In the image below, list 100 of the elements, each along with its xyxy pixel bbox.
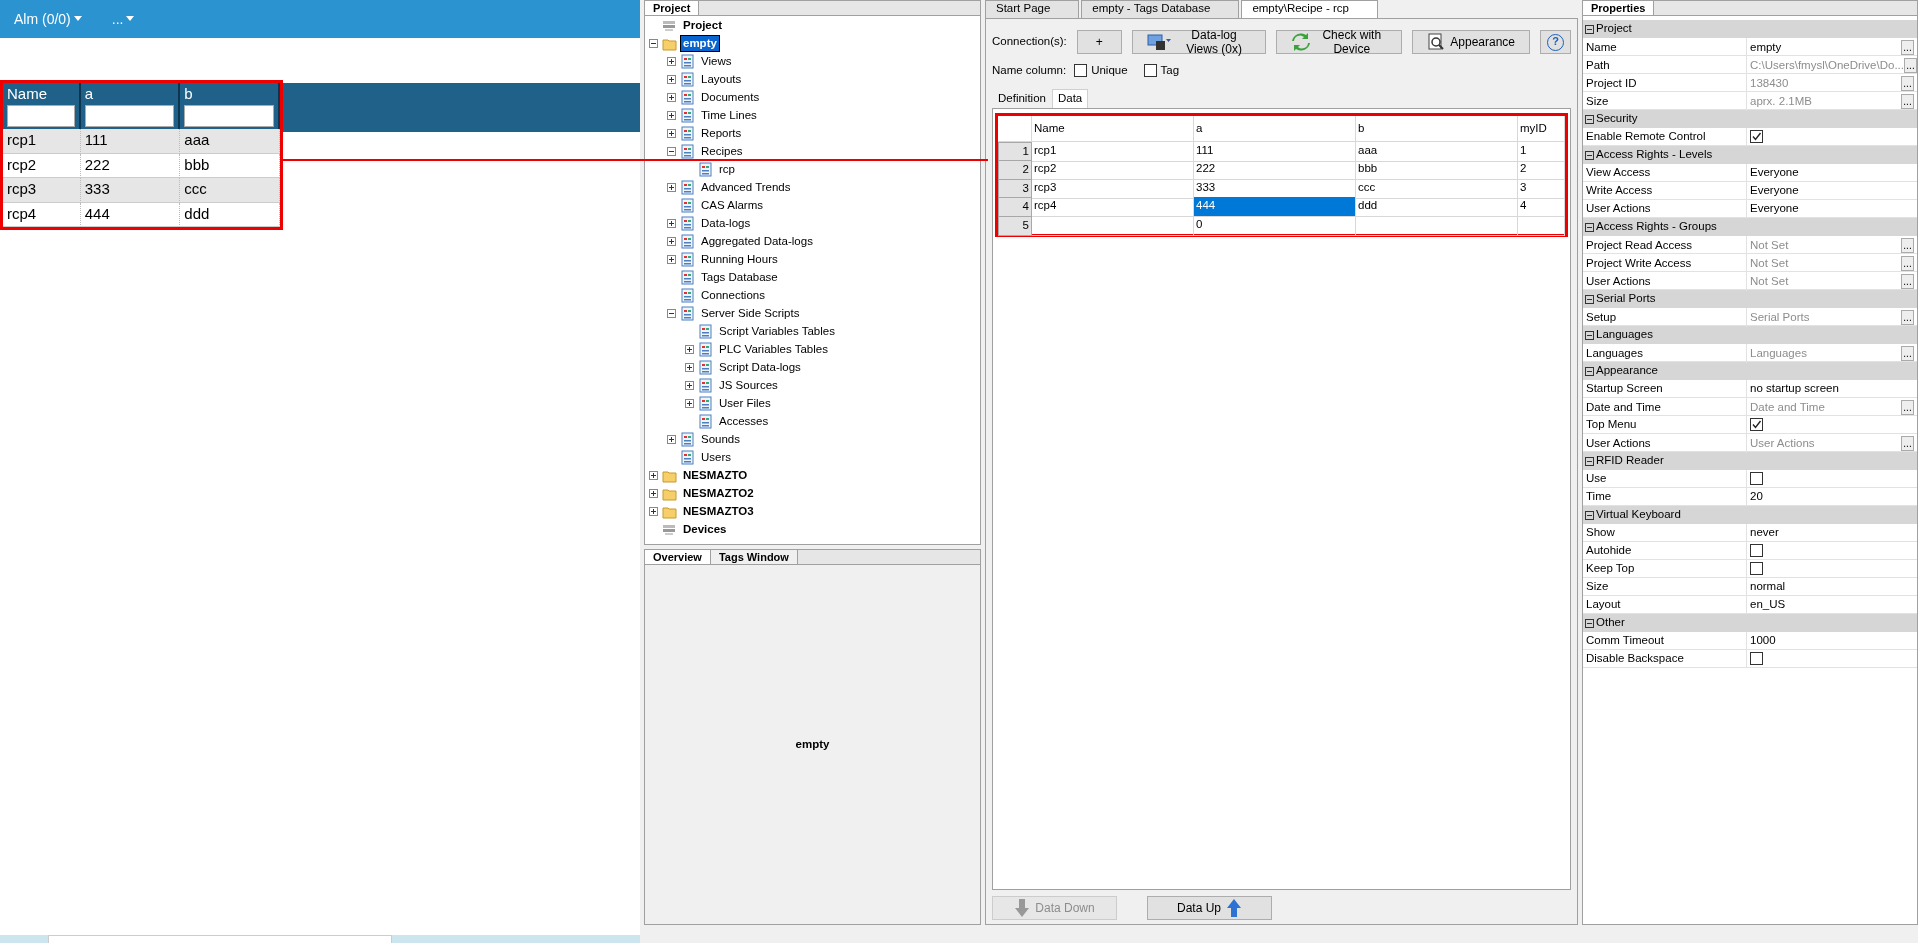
panel-tab[interactable]: Overview xyxy=(645,550,711,564)
tree-item[interactable]: Tags Database xyxy=(699,269,780,285)
table-cell[interactable] xyxy=(1032,215,1194,236)
tree-item[interactable]: rcp xyxy=(717,161,737,177)
tree-item[interactable]: NESMAZTO xyxy=(681,467,750,483)
panel-tab[interactable]: Tags Window xyxy=(710,550,798,564)
tree-item[interactable]: CAS Alarms xyxy=(699,197,765,213)
table-cell[interactable]: rcp3 xyxy=(1032,178,1194,199)
ellipsis-button[interactable]: ... xyxy=(1901,40,1914,55)
property-value[interactable]: Everyone xyxy=(1750,166,1799,180)
expand-icon[interactable] xyxy=(667,56,676,66)
tree-item[interactable]: Data-logs xyxy=(699,215,753,231)
property-value[interactable]: 1000 xyxy=(1750,634,1776,648)
property-value[interactable]: Everyone xyxy=(1750,202,1799,216)
row-number[interactable]: 1 xyxy=(998,141,1032,162)
expand-icon[interactable] xyxy=(649,488,658,498)
tab[interactable]: Data xyxy=(1051,89,1089,108)
table-cell[interactable]: aaa xyxy=(1356,141,1518,162)
table-cell[interactable]: 222 xyxy=(1194,160,1356,181)
tree-item[interactable]: NESMAZTO3 xyxy=(681,503,756,519)
property-value[interactable]: 20 xyxy=(1750,490,1763,504)
property-value[interactable]: empty xyxy=(1750,40,1782,55)
tree-item[interactable]: Documents xyxy=(699,89,762,105)
tree-item[interactable]: Advanced Trends xyxy=(699,179,793,195)
table-cell[interactable]: rcp2 xyxy=(1032,160,1194,181)
table-cell[interactable]: ddd xyxy=(1356,197,1518,218)
table-cell[interactable]: 444 xyxy=(1194,197,1356,218)
property-group-header[interactable]: Other xyxy=(1583,614,1917,632)
tree-item[interactable]: Project xyxy=(681,17,724,33)
toolbar-button[interactable]: Appearance xyxy=(1412,30,1530,54)
expand-icon[interactable] xyxy=(685,398,694,408)
row-number[interactable]: 5 xyxy=(998,215,1032,236)
tree-item[interactable]: Devices xyxy=(681,521,729,537)
table-cell[interactable]: 3 xyxy=(1518,178,1565,199)
table-cell[interactable] xyxy=(1518,215,1565,236)
expand-icon[interactable] xyxy=(667,92,676,102)
table-cell[interactable]: rcp1 xyxy=(1032,141,1194,162)
row-number[interactable]: 3 xyxy=(998,178,1032,199)
checkbox[interactable] xyxy=(1074,64,1088,78)
property-group-header[interactable]: Access Rights - Groups xyxy=(1583,218,1917,236)
property-value[interactable]: Everyone xyxy=(1750,184,1799,198)
checkbox[interactable] xyxy=(1143,64,1157,78)
filter-field[interactable] xyxy=(7,105,75,127)
table-cell[interactable]: 2 xyxy=(1518,160,1565,181)
expand-icon[interactable] xyxy=(685,344,694,354)
property-group-header[interactable]: Languages xyxy=(1583,326,1917,344)
filter-field[interactable] xyxy=(184,105,274,127)
add-button[interactable]: + xyxy=(1076,30,1122,54)
tree-item[interactable]: PLC Variables Tables xyxy=(717,341,830,357)
expand-icon[interactable] xyxy=(685,380,694,390)
tree-item[interactable]: Layouts xyxy=(699,71,744,87)
checkbox[interactable] xyxy=(1750,472,1763,486)
document-tab[interactable]: empty - Tags Database xyxy=(1081,0,1240,18)
tree-item[interactable]: Aggregated Data-logs xyxy=(699,233,815,249)
table-cell[interactable]: 1 xyxy=(1518,141,1565,162)
row-number[interactable]: 2 xyxy=(998,160,1032,181)
tree-item[interactable]: empty xyxy=(681,35,719,51)
table-cell[interactable]: 4 xyxy=(1518,197,1565,218)
collapse-icon[interactable] xyxy=(667,146,676,156)
checkbox[interactable] xyxy=(1750,130,1763,144)
checkbox[interactable] xyxy=(1750,562,1763,576)
collapse-icon[interactable] xyxy=(667,308,676,318)
document-tab[interactable]: empty\Recipe - rcp xyxy=(1241,0,1378,18)
panel-tab[interactable]: Project xyxy=(645,1,700,15)
expand-icon[interactable] xyxy=(667,434,676,444)
property-value[interactable]: no startup screen xyxy=(1750,382,1839,396)
property-group-header[interactable]: Serial Ports xyxy=(1583,290,1917,308)
data-transfer-button[interactable]: Data Up xyxy=(1147,896,1272,920)
tree-item[interactable]: Connections xyxy=(699,287,767,303)
expand-icon[interactable] xyxy=(667,128,676,138)
expand-icon[interactable] xyxy=(685,362,694,372)
checkbox[interactable] xyxy=(1750,418,1763,432)
document-tab[interactable]: Start Page xyxy=(985,0,1080,18)
tree-item[interactable]: Sounds xyxy=(699,431,742,447)
tree-item[interactable]: NESMAZTO2 xyxy=(681,485,756,501)
panel-tab[interactable]: Properties xyxy=(1583,1,1655,15)
table-cell[interactable]: 111 xyxy=(1194,141,1356,162)
table-cell[interactable]: ccc xyxy=(1356,178,1518,199)
table-cell[interactable] xyxy=(1356,215,1518,236)
expand-icon[interactable] xyxy=(667,236,676,246)
property-value[interactable]: en_US xyxy=(1750,598,1786,612)
property-value[interactable]: normal xyxy=(1750,580,1786,594)
tree-item[interactable]: Time Lines xyxy=(699,107,759,123)
expand-icon[interactable] xyxy=(667,254,676,264)
expand-icon[interactable] xyxy=(667,182,676,192)
toolbar-button[interactable]: Data-log Views (0x) xyxy=(1131,30,1267,54)
property-value[interactable]: never xyxy=(1750,526,1779,540)
tree-item[interactable]: Reports xyxy=(699,125,744,141)
tree-item[interactable]: Users xyxy=(699,449,734,465)
tree-item[interactable]: Accesses xyxy=(717,413,771,429)
expand-icon[interactable] xyxy=(667,74,676,84)
tree-item[interactable]: Running Hours xyxy=(699,251,780,267)
property-group-header[interactable]: Project xyxy=(1583,20,1917,38)
property-group-header[interactable]: Appearance xyxy=(1583,362,1917,380)
table-cell[interactable]: bbb xyxy=(1356,160,1518,181)
expand-icon[interactable] xyxy=(649,470,658,480)
tree-item[interactable]: Recipes xyxy=(699,143,745,159)
toolbar-button[interactable]: Check with Device xyxy=(1276,30,1403,54)
tree-item[interactable]: JS Sources xyxy=(717,377,780,393)
checkbox[interactable] xyxy=(1750,544,1763,558)
